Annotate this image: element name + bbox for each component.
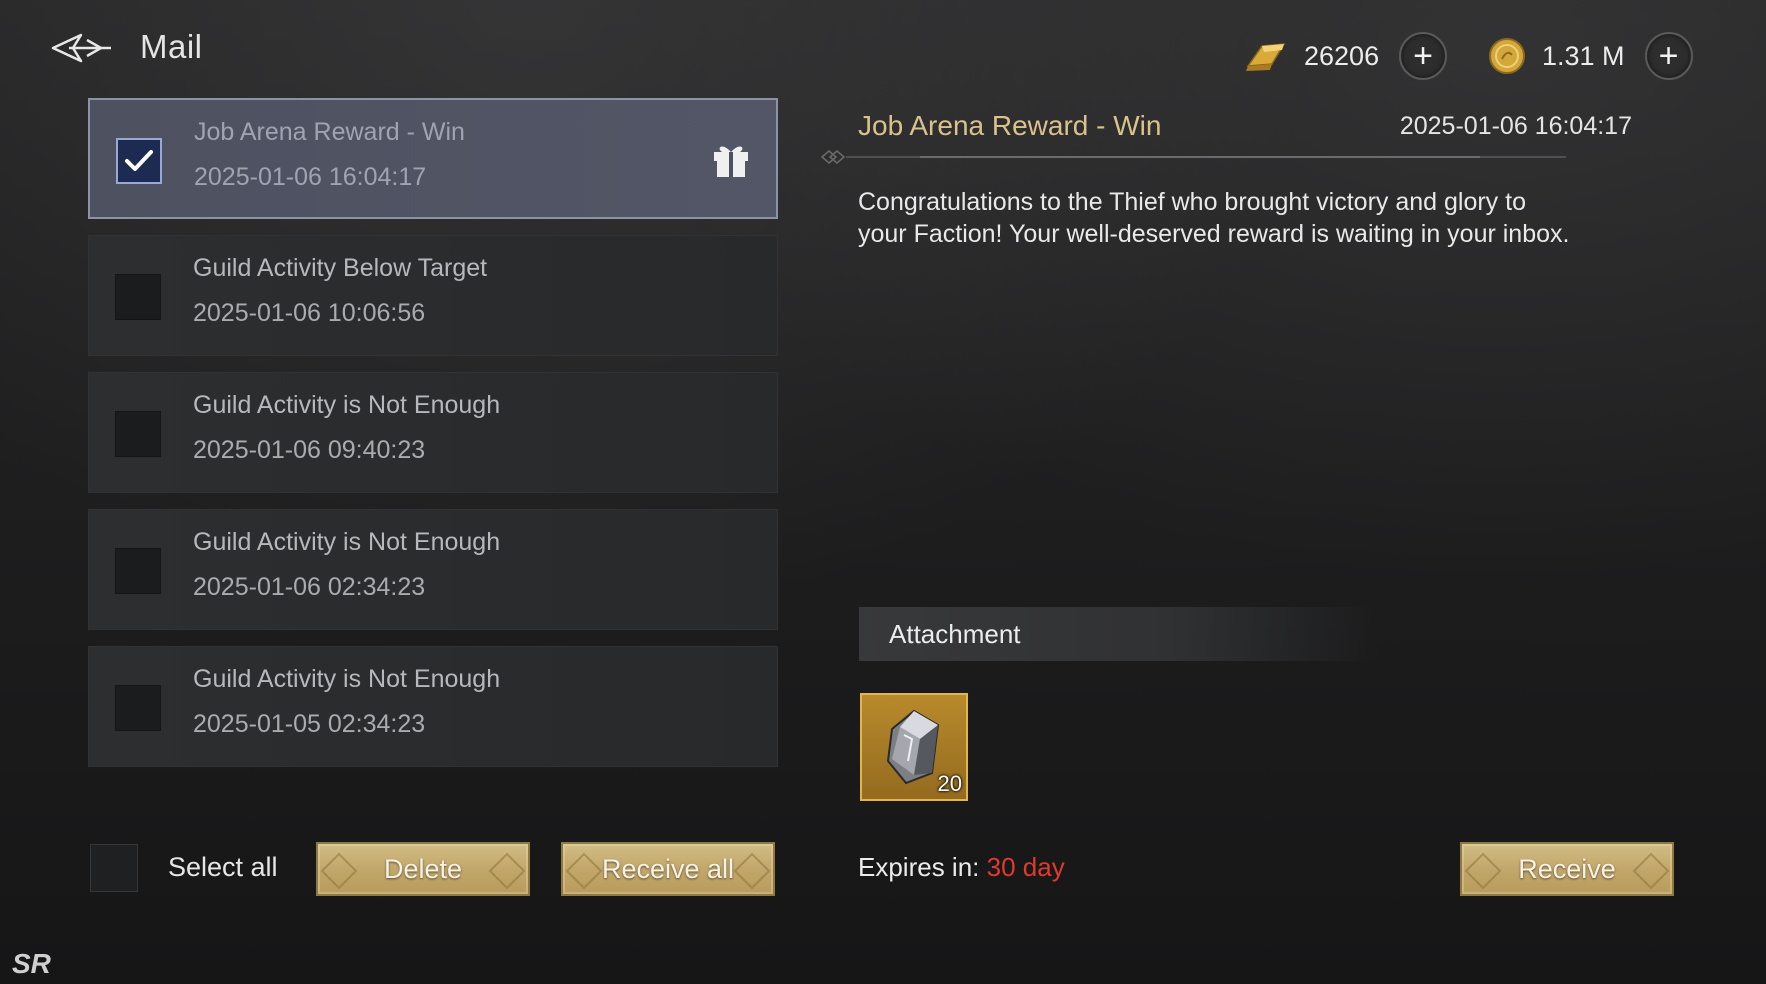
- mail-subject: Guild Activity is Not Enough: [193, 665, 501, 693]
- divider-ornament: [820, 150, 1566, 164]
- mail-item[interactable]: Guild Activity is Not Enough 2025-01-06 …: [88, 372, 778, 493]
- select-all-label: Select all: [168, 852, 278, 882]
- mail-item[interactable]: Guild Activity is Not Enough 2025-01-05 …: [88, 646, 778, 767]
- attachment-label: Attachment: [889, 619, 1021, 649]
- detail-date: 2025-01-06 16:04:17: [1399, 112, 1632, 140]
- mail-subject: Job Arena Reward - Win: [194, 118, 465, 146]
- attachment-header: Attachment: [859, 607, 1379, 661]
- mail-list: Job Arena Reward - Win 2025-01-06 16:04:…: [88, 98, 778, 783]
- receive-all-button-label: Receive all: [601, 853, 735, 884]
- select-all-checkbox[interactable]: [90, 844, 138, 892]
- ingot-amount: 26206: [1304, 40, 1380, 71]
- expires-text: Expires in: 30 day: [858, 852, 1065, 883]
- mail-checkbox[interactable]: [115, 411, 161, 457]
- mail-checkbox[interactable]: [115, 685, 161, 731]
- mail-date: 2025-01-06 16:04:17: [194, 163, 427, 191]
- checkmark-icon: [125, 150, 153, 171]
- coin-amount: 1.31 M: [1542, 40, 1625, 71]
- mail-date: 2025-01-05 02:34:23: [193, 710, 426, 738]
- gold-coin-icon: [1489, 38, 1525, 74]
- receive-all-button[interactable]: Receive all: [561, 842, 775, 896]
- mail-subject: Guild Activity is Not Enough: [193, 391, 501, 419]
- currency-coin: 1.31 M +: [1488, 32, 1693, 80]
- mail-item[interactable]: Job Arena Reward - Win 2025-01-06 16:04:…: [88, 98, 778, 219]
- game-logo-icon: SR: [12, 948, 51, 979]
- back-button[interactable]: [48, 26, 116, 70]
- delete-button[interactable]: Delete: [316, 842, 530, 896]
- mail-subject: Guild Activity Below Target: [193, 254, 488, 282]
- expires-label: Expires in:: [858, 852, 980, 882]
- currency-ingot: 26206 +: [1244, 32, 1448, 80]
- plus-icon: +: [1413, 37, 1434, 75]
- back-arrow-icon: [51, 33, 111, 63]
- mail-subject: Guild Activity is Not Enough: [193, 528, 501, 556]
- page-title: Mail: [140, 28, 203, 65]
- attachment-item[interactable]: 20: [860, 693, 968, 801]
- mail-item[interactable]: Guild Activity is Not Enough 2025-01-06 …: [88, 509, 778, 630]
- add-coin-button[interactable]: +: [1644, 32, 1693, 80]
- mail-date: 2025-01-06 10:06:56: [193, 299, 426, 327]
- mail-item[interactable]: Guild Activity Below Target 2025-01-06 1…: [88, 235, 778, 356]
- attachment-quantity: 20: [937, 771, 962, 796]
- gold-ingot-icon: [1246, 43, 1286, 71]
- expires-value: 30 day: [986, 852, 1065, 882]
- delete-button-label: Delete: [383, 853, 463, 884]
- receive-button-label: Receive: [1518, 853, 1616, 884]
- plus-icon: +: [1658, 37, 1679, 75]
- mail-date: 2025-01-06 02:34:23: [193, 573, 426, 601]
- mail-checkbox[interactable]: [115, 274, 161, 320]
- gift-icon: [714, 146, 748, 177]
- mail-checkbox[interactable]: [115, 548, 161, 594]
- detail-body: Congratulations to the Thief who brought…: [858, 188, 1570, 248]
- receive-button[interactable]: Receive: [1460, 842, 1674, 896]
- add-ingot-button[interactable]: +: [1399, 32, 1448, 80]
- mail-screen: Mail 26206 + 1.31 M + Job Arena Reward -…: [0, 0, 1766, 984]
- mail-checkbox[interactable]: [116, 138, 162, 184]
- detail-subject: Job Arena Reward - Win: [858, 110, 1162, 141]
- mail-date: 2025-01-06 09:40:23: [193, 436, 426, 464]
